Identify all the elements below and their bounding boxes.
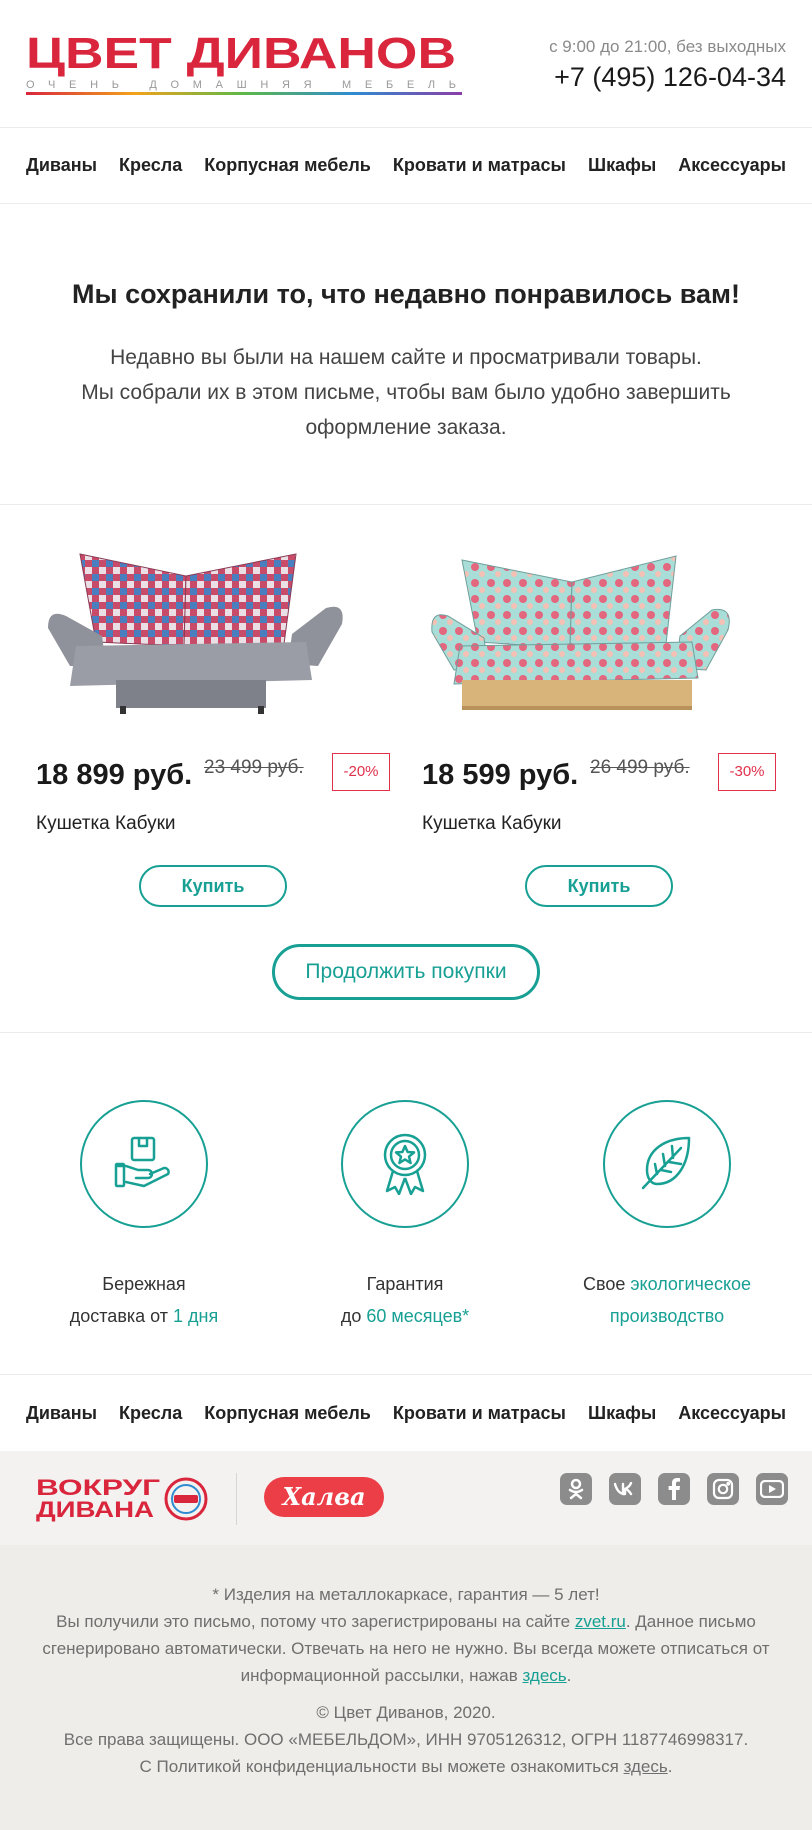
privacy-text: С Политикой конфиденциальности вы можете… [139, 1757, 624, 1776]
logo-tagline: ОЧЕНЬ ДОМАШНЯЯ МЕБЕЛЬ [26, 79, 456, 91]
product-card: 18 899 руб. 23 499 руб. -20% Кушетка Каб… [36, 546, 406, 907]
intro-text: Недавно вы были на нашем сайте и просмат… [0, 340, 812, 445]
email-header: ЦВЕТ ДИВАНОВ ОЧЕНЬ ДОМАШНЯЯ МЕБЕЛЬ с 9:0… [0, 0, 812, 128]
vk-icon[interactable] [609, 1473, 641, 1505]
price-row: 18 899 руб. 23 499 руб. -20% [36, 753, 406, 797]
products-section: 18 899 руб. 23 499 руб. -20% Кушетка Каб… [0, 506, 812, 1033]
contact-block: с 9:00 до 21:00, без выходных +7 (495) 1… [549, 36, 786, 94]
nav-item-cabinet-furniture[interactable]: Корпусная мебель [204, 1403, 371, 1424]
notice-text: . [566, 1666, 572, 1685]
site-link[interactable]: zvet.ru [575, 1612, 626, 1631]
benefit-warranty: Гарантия до 60 месяцев* [275, 1100, 535, 1332]
benefit-accent: 60 месяцев* [366, 1306, 470, 1326]
benefit-line: Гарантия [366, 1274, 444, 1294]
vokrug-line-2: ДИВАНА [36, 1497, 154, 1522]
benefit-line: Свое [582, 1274, 631, 1294]
privacy-link[interactable]: здесь [624, 1757, 668, 1776]
nav-item-beds[interactable]: Кровати и матрасы [393, 155, 566, 176]
notice-text: информационной рассылки, нажав [240, 1666, 523, 1685]
benefit-icon-circle [80, 1100, 208, 1228]
intro-line-3: оформление заказа. [305, 416, 507, 439]
logo-text: ЦВЕТ ДИВАНОВ [26, 34, 456, 78]
buy-button[interactable]: Купить [139, 865, 287, 907]
intro-line-2: Мы собрали их в этом письме, чтобы вам б… [81, 381, 731, 404]
price-row: 18 599 руб. 26 499 руб. -30% [422, 753, 792, 797]
discount-badge: -20% [332, 753, 390, 791]
company-info: Все права защищены. ООО «МЕБЕЛЬДОМ», ИНН… [63, 1730, 749, 1749]
buy-button[interactable]: Купить [525, 865, 673, 907]
notice-text: . Данное письмо [625, 1612, 756, 1631]
benefit-eco: Свое экологическое производство [537, 1100, 797, 1332]
benefits-section: Бережная доставка от 1 дня Гарантия до 6… [0, 1034, 812, 1375]
intro-line-1: Недавно вы были на нашем сайте и просмат… [110, 346, 702, 369]
notice-text: Вы получили это письмо, потому что зарег… [56, 1612, 575, 1631]
delivery-box-hand-icon [114, 1132, 174, 1197]
product-image-sofa-floral[interactable] [422, 546, 742, 721]
benefit-line: доставка от [69, 1306, 174, 1326]
nav-item-cabinet-furniture[interactable]: Корпусная мебель [204, 155, 371, 176]
partners-bar: ВОКРУГ ДИВАНА Халва [0, 1451, 812, 1545]
benefit-icon-circle [603, 1100, 731, 1228]
intro-title: Мы сохранили то, что недавно понравилось… [72, 279, 740, 309]
benefit-line: Бережная [102, 1274, 186, 1294]
nav-item-sofas[interactable]: Диваны [26, 1403, 97, 1424]
product-name[interactable]: Кушетка Кабуки [422, 813, 792, 835]
working-hours: с 9:00 до 21:00, без выходных [549, 37, 786, 56]
warranty-badge-icon [375, 1129, 435, 1200]
benefit-text: Свое экологическое производство [537, 1268, 797, 1332]
social-links [560, 1473, 788, 1505]
nav-item-armchairs[interactable]: Кресла [119, 155, 182, 176]
intro-section: Мы сохранили то, что недавно понравилось… [0, 205, 812, 505]
top-nav: Диваны Кресла Корпусная мебель Кровати и… [0, 128, 812, 204]
continue-shopping-button[interactable]: Продолжить покупки [272, 944, 540, 1000]
benefit-accent: экологическое [630, 1274, 752, 1294]
product-card: 18 599 руб. 26 499 руб. -30% Кушетка Каб… [422, 546, 792, 907]
odnoklassniki-icon[interactable] [560, 1473, 592, 1505]
nav-item-wardrobes[interactable]: Шкафы [588, 155, 656, 176]
copyright: © Цвет Диванов, 2020. [316, 1703, 496, 1722]
notice-text: сгенерировано автоматически. Отвечать на… [42, 1639, 770, 1658]
benefit-delivery: Бережная доставка от 1 дня [14, 1100, 274, 1332]
benefit-accent: 1 дня [173, 1306, 219, 1326]
brand-logo[interactable]: ЦВЕТ ДИВАНОВ ОЧЕНЬ ДОМАШНЯЯ МЕБЕЛЬ [26, 34, 462, 98]
benefit-icon-circle [341, 1100, 469, 1228]
phone-number[interactable]: +7 (495) 126-04-34 [549, 60, 786, 94]
product-image-sofa-grey[interactable] [36, 546, 356, 721]
benefit-text: Гарантия до 60 месяцев* [275, 1268, 535, 1332]
benefit-text: Бережная доставка от 1 дня [14, 1268, 274, 1332]
privacy-notice: С Политикой конфиденциальности вы можете… [30, 1753, 782, 1780]
product-name[interactable]: Кушетка Кабуки [36, 813, 406, 835]
partners-divider [236, 1473, 237, 1525]
privacy-text: . [667, 1757, 673, 1776]
product-price: 18 599 руб. [422, 759, 579, 791]
nav-item-accessories[interactable]: Аксессуары [678, 1403, 786, 1424]
subscription-notice: Вы получили это письмо, потому что зарег… [30, 1608, 782, 1689]
nav-item-beds[interactable]: Кровати и матрасы [393, 1403, 566, 1424]
nav-item-accessories[interactable]: Аксессуары [678, 155, 786, 176]
vokrug-divana-logo[interactable]: ВОКРУГ ДИВАНА [36, 1473, 212, 1528]
unsubscribe-link[interactable]: здесь [523, 1666, 567, 1685]
product-price: 18 899 руб. [36, 759, 193, 791]
nav-item-wardrobes[interactable]: Шкафы [588, 1403, 656, 1424]
benefit-line: до [340, 1306, 367, 1326]
leaf-icon [637, 1132, 697, 1197]
nav-item-armchairs[interactable]: Кресла [119, 1403, 182, 1424]
discount-badge: -30% [718, 753, 776, 791]
bottom-nav: Диваны Кресла Корпусная мебель Кровати и… [0, 1375, 812, 1451]
halva-logo[interactable]: Халва [264, 1477, 384, 1517]
instagram-icon[interactable] [707, 1473, 739, 1505]
facebook-icon[interactable] [658, 1473, 690, 1505]
nav-item-sofas[interactable]: Диваны [26, 155, 97, 176]
youtube-icon[interactable] [756, 1473, 788, 1505]
email-footer: * Изделия на металлокаркасе, гарантия — … [0, 1545, 812, 1830]
warranty-note: * Изделия на металлокаркасе, гарантия — … [212, 1585, 600, 1604]
product-old-price: 26 499 руб. [590, 757, 690, 778]
benefit-accent: производство [609, 1306, 725, 1326]
product-old-price: 23 499 руб. [204, 757, 304, 778]
